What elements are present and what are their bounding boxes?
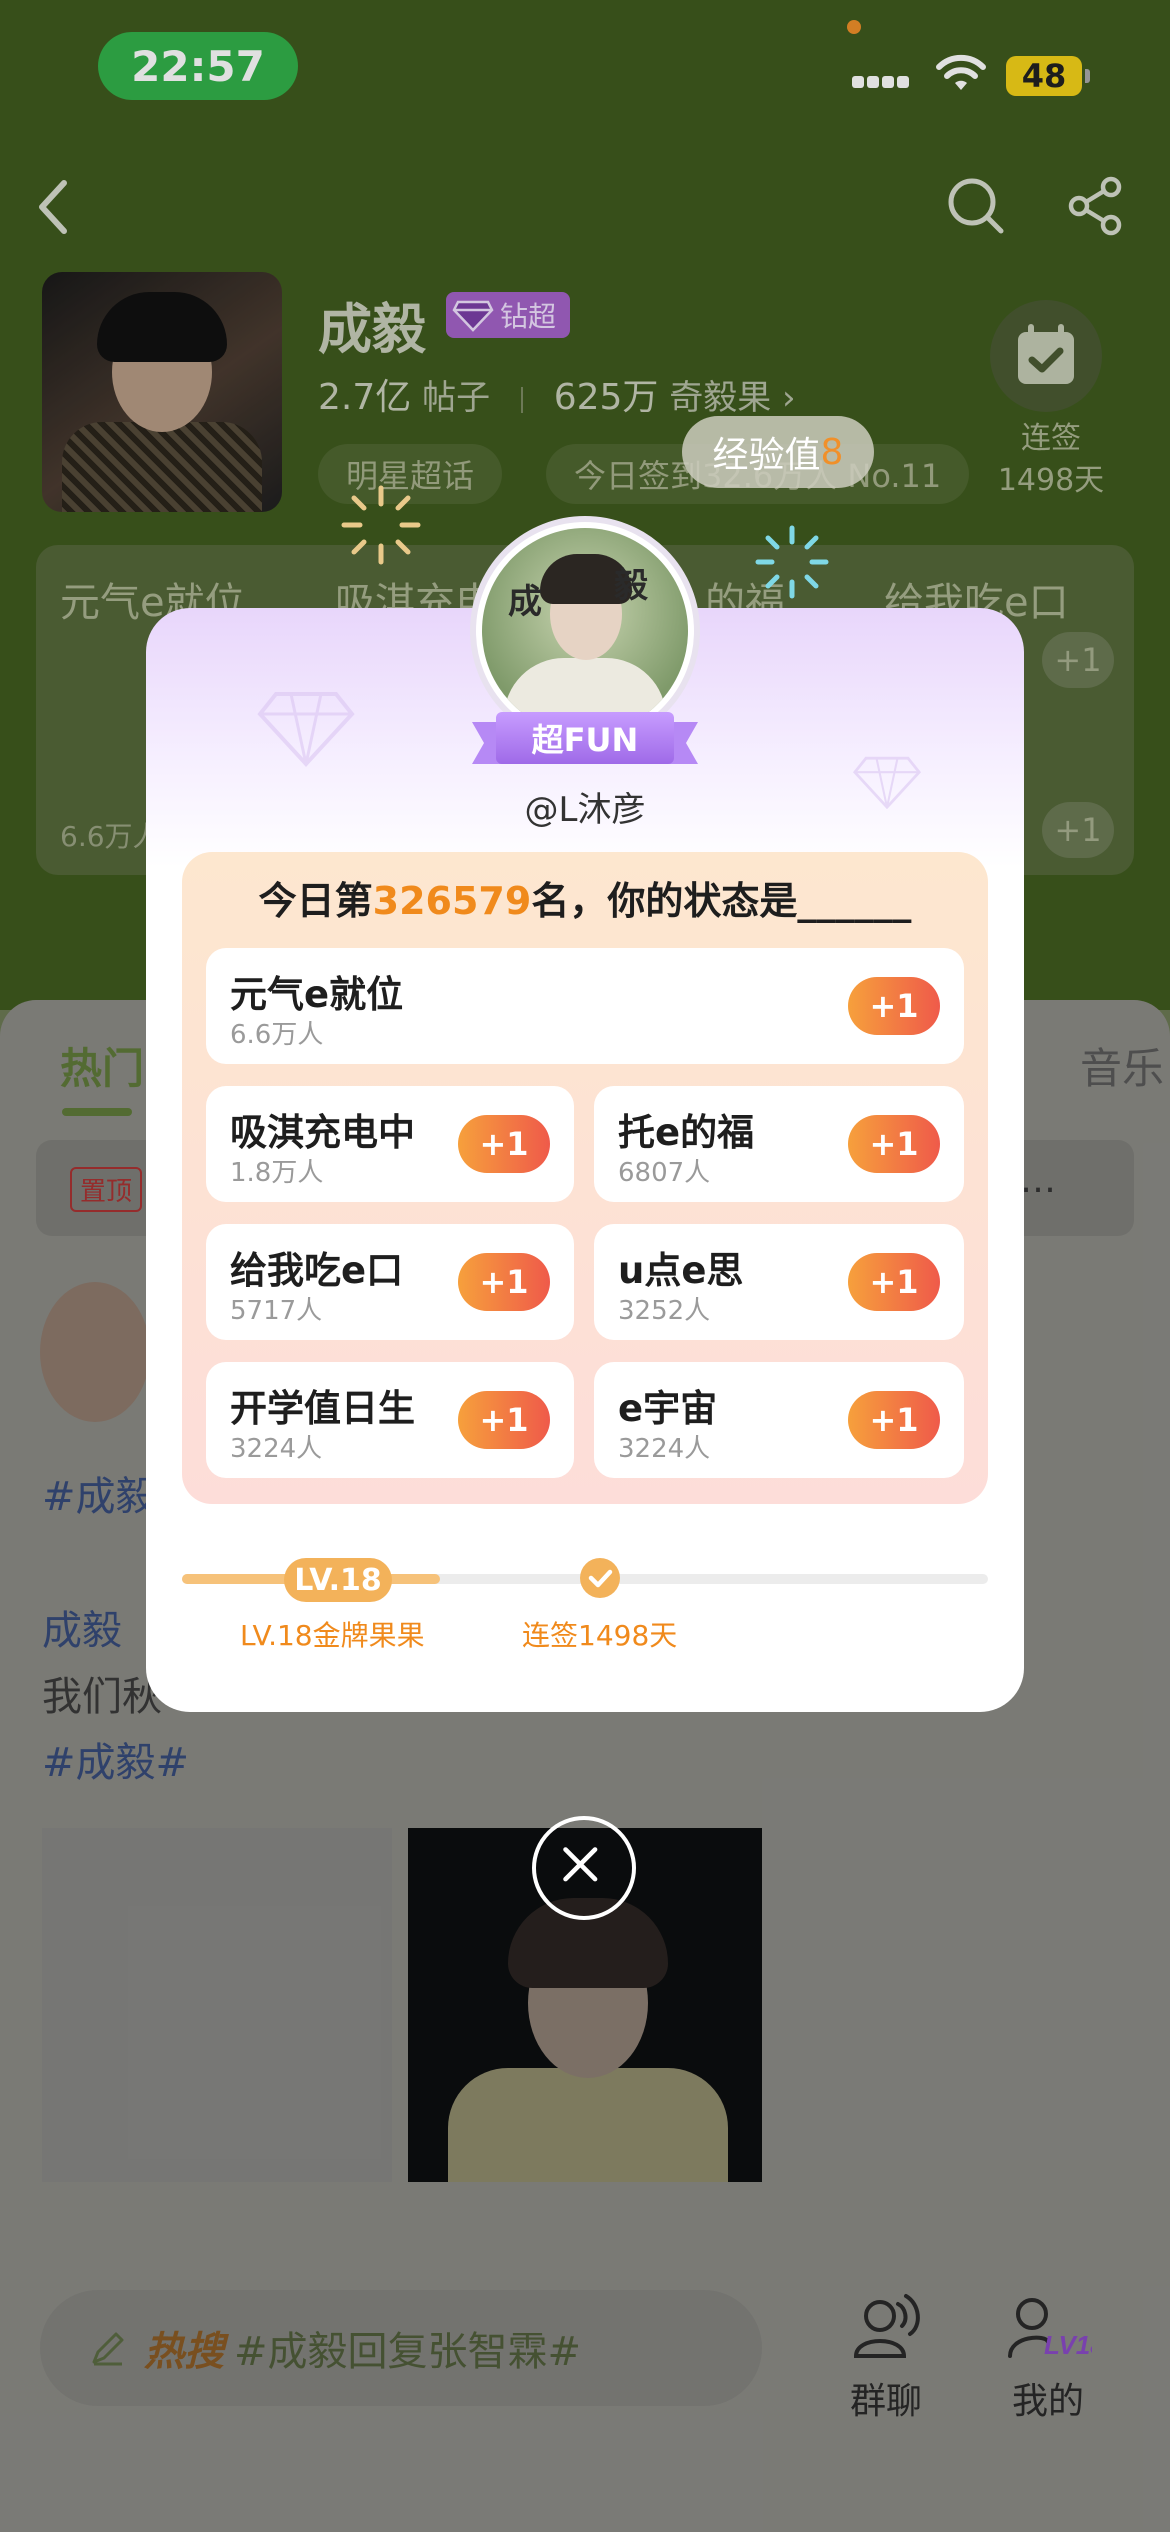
plus-one-button[interactable]: +1: [458, 1115, 550, 1173]
plus-one-button[interactable]: +1: [848, 977, 940, 1035]
diamond-decoration-icon: [257, 692, 355, 767]
status-option-count: 6.6万人: [230, 1020, 324, 1050]
status-option-count: 6807人: [618, 1158, 711, 1188]
rank-title: 今日第326579名，你的状态是______: [258, 879, 912, 923]
status-option-count: 1.8万人: [230, 1158, 324, 1188]
plus-one-button[interactable]: +1: [458, 1253, 550, 1311]
level-caption: LV.18金牌果果: [240, 1619, 425, 1652]
status-option-name: 给我吃e口: [230, 1249, 404, 1292]
close-button[interactable]: [532, 1816, 636, 1920]
status-option[interactable]: u点e思 3252人 +1: [594, 1224, 964, 1340]
streak-caption: 连签1498天: [522, 1619, 678, 1652]
exp-label: 经验值: [712, 435, 821, 476]
status-option[interactable]: e宇宙 3224人 +1: [594, 1362, 964, 1478]
plus-one-button[interactable]: +1: [458, 1391, 550, 1449]
sparkle-icon: [341, 485, 421, 565]
exp-value: 8: [820, 431, 844, 473]
plus-one-button[interactable]: +1: [848, 1253, 940, 1311]
sparkle-icon: [755, 525, 829, 599]
exp-popup: 经验值 8: [682, 416, 874, 488]
status-option-count: 5717人: [230, 1296, 323, 1326]
close-icon: [563, 1847, 598, 1882]
fun-ribbon: 超FUN: [472, 712, 698, 770]
avatar-char-2: 毅: [614, 566, 648, 606]
fun-badge: 超FUN: [496, 712, 674, 764]
status-option[interactable]: 开学值日生 3224人 +1: [206, 1362, 574, 1478]
status-option-name: 托e的福: [618, 1111, 755, 1154]
avatar-char-1: 成: [508, 582, 542, 622]
status-option-name: 元气e就位: [230, 973, 404, 1016]
status-option-name: 吸淇充电中: [230, 1111, 415, 1154]
status-option-name: 开学值日生: [230, 1387, 415, 1430]
level-pill: LV.18: [284, 1558, 392, 1602]
status-option-count: 3224人: [618, 1434, 711, 1464]
status-option[interactable]: 给我吃e口 5717人 +1: [206, 1224, 574, 1340]
streak-check-icon: [580, 1558, 620, 1598]
rank-number: 326579: [372, 879, 532, 923]
status-option-count: 3252人: [618, 1296, 711, 1326]
username: @L沐彦: [524, 790, 646, 830]
user-avatar[interactable]: 成 毅: [482, 528, 688, 734]
status-option-name: u点e思: [618, 1249, 744, 1292]
plus-one-button[interactable]: +1: [848, 1115, 940, 1173]
status-option-count: 3224人: [230, 1434, 323, 1464]
status-option[interactable]: 托e的福 6807人 +1: [594, 1086, 964, 1202]
plus-one-button[interactable]: +1: [848, 1391, 940, 1449]
status-option[interactable]: 吸淇充电中 1.8万人 +1: [206, 1086, 574, 1202]
status-option[interactable]: 元气e就位 6.6万人 +1: [206, 948, 964, 1064]
status-option-name: e宇宙: [618, 1387, 718, 1430]
